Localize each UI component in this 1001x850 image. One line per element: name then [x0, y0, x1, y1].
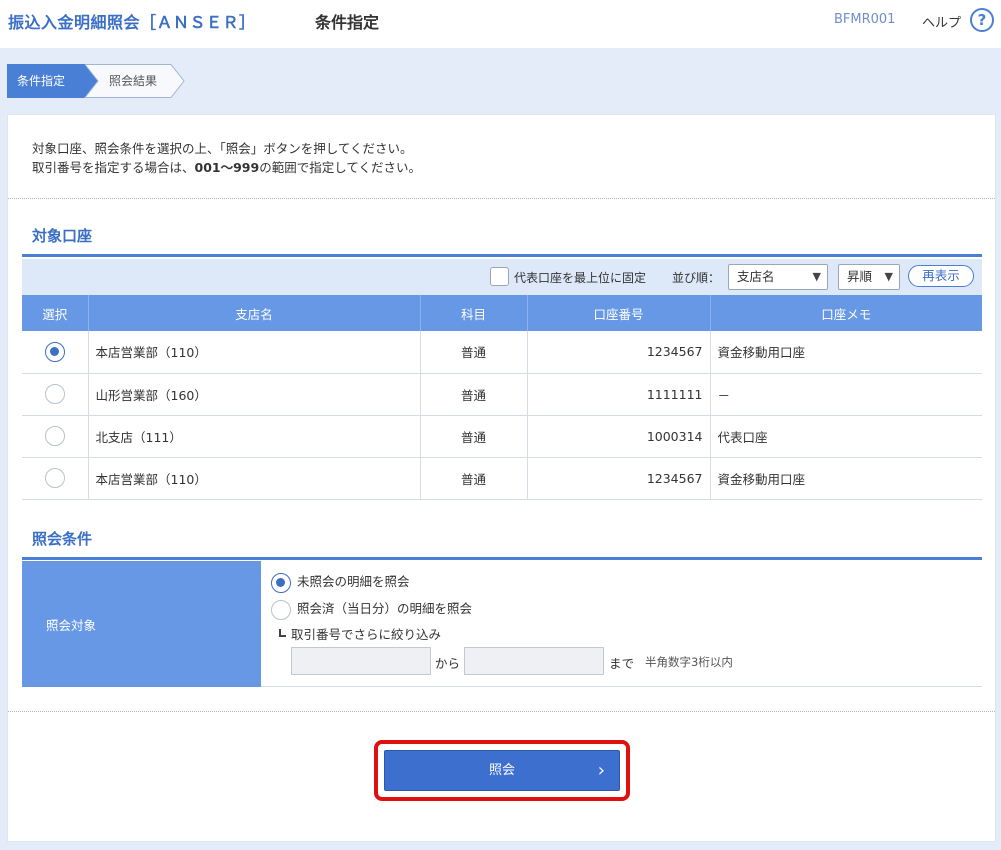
conditions-row-header: 照会対象	[22, 561, 261, 687]
col-type: 科目	[420, 295, 528, 331]
select-cell[interactable]	[22, 457, 89, 500]
instructions: 対象口座、照会条件を選択の上、「照会」ボタンを押してください。 取引番号を指定す…	[32, 139, 421, 177]
option-unviewed[interactable]: 未照会の明細を照会	[271, 571, 410, 593]
app-title: 振込入金明細照会［ＡＮＳＥＲ］	[8, 13, 256, 32]
sort-order-select[interactable]: 昇順 ▼	[838, 264, 900, 290]
branch-cell: 北支店（111）	[88, 415, 421, 458]
number-cell: 1111111	[527, 373, 711, 416]
type-cell: 普通	[420, 373, 528, 416]
help-link[interactable]: ヘルプ	[922, 12, 961, 31]
instruction-text: 取引番号を指定する場合は、	[32, 160, 195, 175]
memo-cell: 代表口座	[710, 415, 982, 458]
instruction-line-1: 対象口座、照会条件を選択の上、「照会」ボタンを押してください。	[32, 141, 413, 156]
branch-cell: 本店営業部（110）	[88, 331, 421, 374]
account-radio[interactable]	[44, 341, 65, 362]
col-number: 口座番号	[527, 295, 711, 331]
table-row[interactable]: 山形営業部（160） 普通 1111111 －	[22, 373, 982, 416]
instruction-range: 001～999	[194, 160, 260, 175]
help-icon[interactable]: ?	[970, 8, 994, 32]
number-cell: 1234567	[527, 331, 711, 374]
table-row[interactable]: 北支店（111） 普通 1000314 代表口座	[22, 415, 982, 458]
type-cell: 普通	[420, 457, 528, 500]
step-result: 照会結果	[81, 64, 185, 98]
instruction-text: の範囲で指定してください。	[259, 160, 421, 175]
memo-cell: 資金移動用口座	[710, 457, 982, 500]
step-result-label: 照会結果	[109, 74, 158, 88]
target-label: 照会対象	[46, 618, 97, 633]
select-cell[interactable]	[22, 331, 89, 374]
sort-label: 並び順：	[672, 271, 721, 285]
app-header: 振込入金明細照会［ＡＮＳＥＲ］ 条件指定 BFMR001 ヘルプ ?	[0, 0, 1001, 48]
conditions-row-body: 未照会の明細を照会 照会済（当日分）の明細を照会 取引番号でさらに絞り込み から…	[261, 561, 982, 687]
account-radio[interactable]	[44, 468, 65, 488]
branch-cell: 本店営業部（110）	[88, 457, 421, 500]
option-unviewed-label[interactable]: 未照会の明細を照会	[297, 574, 410, 589]
select-cell[interactable]	[22, 415, 89, 458]
screen-id: BFMR001	[834, 12, 896, 27]
triangle-down-icon: ▼	[812, 270, 821, 283]
option-viewed-label[interactable]: 照会済（当日分）の明細を照会	[297, 601, 472, 616]
conditions-table: 照会対象 未照会の明細を照会 照会済（当日分）の明細を照会 取引番号でさらに絞り…	[22, 561, 982, 687]
section-rule	[22, 254, 982, 257]
memo-cell: 資金移動用口座	[710, 331, 982, 374]
sort-order-value: 昇順	[847, 269, 873, 284]
fix-top-label[interactable]: 代表口座を最上位に固定	[514, 269, 646, 286]
conditions-section-title: 照会条件	[32, 530, 93, 548]
account-radio[interactable]	[44, 384, 65, 404]
col-memo: 口座メモ	[710, 295, 982, 331]
from-suffix: から	[435, 656, 461, 671]
submit-highlight: 照会 ›	[374, 740, 630, 801]
option-viewed-radio[interactable]	[271, 599, 291, 620]
accounts-toolbar: 代表口座を最上位に固定 並び順： 支店名 ▼ 昇順 ▼ 再表示	[22, 259, 982, 295]
option-unviewed-radio[interactable]	[271, 572, 291, 593]
account-radio[interactable]	[44, 426, 65, 446]
type-cell: 普通	[420, 331, 528, 374]
table-header-row: 選択 支店名 科目 口座番号 口座メモ	[22, 295, 982, 331]
sort-by-select[interactable]: 支店名 ▼	[728, 264, 828, 290]
table-row[interactable]: 本店営業部（110） 普通 1234567 資金移動用口座	[22, 457, 982, 500]
branch-cell: 山形営業部（160）	[88, 373, 421, 416]
transaction-to-input[interactable]	[464, 647, 604, 675]
divider	[8, 711, 995, 712]
table-row[interactable]: 本店営業部（110） 普通 1234567 資金移動用口座	[22, 331, 982, 374]
col-branch: 支店名	[88, 295, 421, 331]
number-cell: 1000314	[527, 415, 711, 458]
screen-title: 条件指定	[315, 13, 380, 32]
to-suffix: まで	[609, 656, 635, 671]
fix-top-checkbox[interactable]	[490, 267, 509, 286]
input-hint: 半角数字3桁以内	[645, 655, 733, 669]
main-panel: 対象口座、照会条件を選択の上、「照会」ボタンを押してください。 取引番号を指定す…	[7, 114, 996, 842]
section-rule	[22, 557, 982, 560]
col-select: 選択	[22, 295, 89, 331]
accounts-section-title: 対象口座	[32, 227, 93, 245]
inquiry-button-label: 照会	[488, 763, 515, 778]
number-cell: 1234567	[527, 457, 711, 500]
triangle-down-icon: ▼	[884, 270, 893, 283]
redisplay-button[interactable]: 再表示	[908, 265, 974, 287]
transaction-from-input[interactable]	[291, 647, 431, 675]
narrow-down-label: 取引番号でさらに絞り込み	[279, 624, 441, 643]
accounts-table: 選択 支店名 科目 口座番号 口座メモ 本店営業部（110） 普通 123456…	[22, 295, 982, 500]
chevron-right-icon: ›	[597, 760, 605, 781]
corner-arrow-icon	[279, 629, 286, 637]
type-cell: 普通	[420, 415, 528, 458]
instruction-line-2: 取引番号を指定する場合は、001～999の範囲で指定してください。	[32, 158, 421, 177]
step-condition-label: 条件指定	[17, 74, 66, 88]
select-cell[interactable]	[22, 373, 89, 416]
divider	[8, 198, 995, 199]
memo-cell: －	[710, 373, 982, 416]
option-viewed[interactable]: 照会済（当日分）の明細を照会	[271, 598, 472, 620]
sort-by-value: 支店名	[737, 269, 775, 284]
narrow-down-text: 取引番号でさらに絞り込み	[291, 627, 442, 642]
inquiry-button[interactable]: 照会 ›	[384, 750, 620, 791]
